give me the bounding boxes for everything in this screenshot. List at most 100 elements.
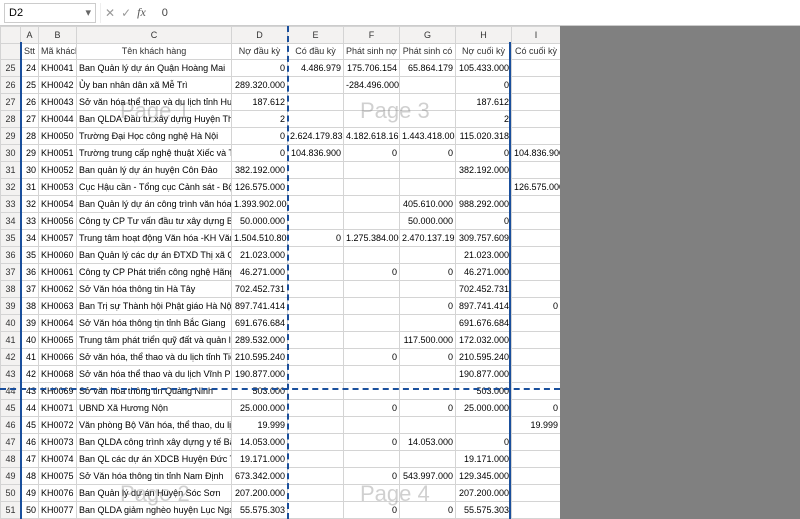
cell[interactable]: 673.342.000 [232, 468, 288, 485]
cell[interactable]: 25.000.000 [232, 400, 288, 417]
row-head[interactable]: 36 [1, 247, 21, 264]
cell[interactable]: KH0054 [39, 196, 77, 213]
cell[interactable]: KH0062 [39, 281, 77, 298]
cell[interactable] [400, 315, 456, 332]
cell[interactable]: 172.032.000 [456, 332, 512, 349]
cell[interactable]: 0 [400, 502, 456, 519]
cell[interactable]: 0 [232, 145, 288, 162]
col-head-E[interactable]: E [288, 27, 344, 44]
cell[interactable]: KH0056 [39, 213, 77, 230]
cell[interactable] [288, 502, 344, 519]
cell[interactable]: 19.171.000 [232, 451, 288, 468]
cell[interactable]: 32 [21, 196, 39, 213]
cell[interactable]: KH0073 [39, 434, 77, 451]
cell[interactable]: 1.393.902.000 [232, 196, 288, 213]
formula-value[interactable]: 0 [162, 7, 168, 19]
row-head[interactable]: 45 [1, 400, 21, 417]
cell[interactable]: 1.443.418.008 [400, 128, 456, 145]
cell[interactable]: 104.836.900 [512, 145, 561, 162]
cell[interactable]: KH0060 [39, 247, 77, 264]
cell[interactable]: KH0064 [39, 315, 77, 332]
cell[interactable] [288, 247, 344, 264]
field-cell[interactable]: Nợ cuối kỳ [456, 44, 512, 60]
cell[interactable] [512, 349, 561, 366]
cell[interactable] [288, 77, 344, 94]
cell[interactable]: 105.433.000 [456, 60, 512, 77]
cell[interactable]: Ban QL các dự án XDCB Huyện Đức Thọ [77, 451, 232, 468]
cell[interactable]: 0 [288, 230, 344, 247]
cell[interactable]: 41 [21, 349, 39, 366]
cell[interactable] [400, 485, 456, 502]
grid[interactable]: A B C D E F G H I SttMã kháchTên khách h… [0, 26, 560, 519]
cell[interactable]: Ban quản lý dự án huyện Côn Đảo [77, 162, 232, 179]
cell[interactable]: 0 [344, 349, 400, 366]
cell[interactable] [344, 281, 400, 298]
cell[interactable] [288, 332, 344, 349]
cell[interactable] [400, 451, 456, 468]
cell[interactable]: KH0061 [39, 264, 77, 281]
cell[interactable]: KH0068 [39, 366, 77, 383]
cell[interactable]: 25 [21, 77, 39, 94]
cell[interactable] [512, 451, 561, 468]
cell[interactable]: Ban QLDA Đầu tư xây dựng Huyện Thạch Thọ [77, 111, 232, 128]
row-head[interactable]: 28 [1, 111, 21, 128]
cell[interactable]: 45 [21, 417, 39, 434]
cell[interactable] [400, 417, 456, 434]
cell[interactable] [512, 434, 561, 451]
cell[interactable]: 190.877.000 [232, 366, 288, 383]
cell[interactable]: 0 [232, 60, 288, 77]
cell[interactable]: 0 [456, 77, 512, 94]
cell[interactable]: 48 [21, 468, 39, 485]
cell[interactable]: 50.000.000 [400, 213, 456, 230]
cell[interactable] [512, 162, 561, 179]
cell[interactable]: Ủy ban nhân dân xã Mễ Trì [77, 77, 232, 94]
cell[interactable]: 210.595.240 [232, 349, 288, 366]
cell[interactable]: 691.676.684 [232, 315, 288, 332]
cell[interactable]: 25.000.000 [456, 400, 512, 417]
cell[interactable]: Sở văn hóa, thể thao và du lịch tỉnh Tiề… [77, 349, 232, 366]
cell[interactable] [288, 349, 344, 366]
cell[interactable]: Sở Văn hóa thông tịn tỉnh Bắc Giang [77, 315, 232, 332]
cell[interactable]: 503.000 [456, 383, 512, 400]
cell[interactable] [512, 60, 561, 77]
cell[interactable]: 29 [21, 145, 39, 162]
cell[interactable] [400, 94, 456, 111]
cell[interactable] [288, 111, 344, 128]
cell[interactable]: 19.999 [512, 417, 561, 434]
cell[interactable] [344, 94, 400, 111]
cell[interactable]: Trung tâm hoạt động Văn hóa -KH Văn Miếu… [77, 230, 232, 247]
cell[interactable]: 897.741.414 [232, 298, 288, 315]
row-head[interactable]: 40 [1, 315, 21, 332]
cell[interactable]: 55.575.303 [456, 502, 512, 519]
row-head[interactable]: 41 [1, 332, 21, 349]
row-head[interactable]: 42 [1, 349, 21, 366]
cell[interactable]: KH0066 [39, 349, 77, 366]
cell[interactable]: Sở văn hóa thể thao và du lịch tỉnh Hưng… [77, 94, 232, 111]
field-cell[interactable]: Tên khách hàng [77, 44, 232, 60]
select-all-corner[interactable] [1, 27, 21, 44]
cell[interactable]: 405.610.000 [400, 196, 456, 213]
cell[interactable]: Sở Văn hóa thông tin tỉnh Nam Định [77, 468, 232, 485]
cell[interactable]: 2.470.137.191 [400, 230, 456, 247]
cell[interactable] [400, 383, 456, 400]
field-cell[interactable]: Phát sinh có [400, 44, 456, 60]
cell[interactable]: 1.504.510.800 [232, 230, 288, 247]
col-head-I[interactable]: I [512, 27, 561, 44]
name-box-dropdown-icon[interactable]: ▾ [85, 6, 91, 19]
row-head[interactable]: 25 [1, 60, 21, 77]
cell[interactable] [512, 281, 561, 298]
cell[interactable] [288, 298, 344, 315]
cell[interactable]: 0 [232, 128, 288, 145]
cell[interactable]: KH0065 [39, 332, 77, 349]
cell[interactable]: 289.532.000 [232, 332, 288, 349]
cell[interactable]: KH0042 [39, 77, 77, 94]
cell[interactable] [288, 196, 344, 213]
cell[interactable]: 38 [21, 298, 39, 315]
cell[interactable]: 19.999 [232, 417, 288, 434]
accept-icon[interactable]: ✓ [121, 6, 131, 20]
cell[interactable] [288, 485, 344, 502]
cell[interactable] [288, 434, 344, 451]
field-cell[interactable]: Phát sinh nợ [344, 44, 400, 60]
cell[interactable] [344, 213, 400, 230]
cell[interactable]: 0 [456, 213, 512, 230]
